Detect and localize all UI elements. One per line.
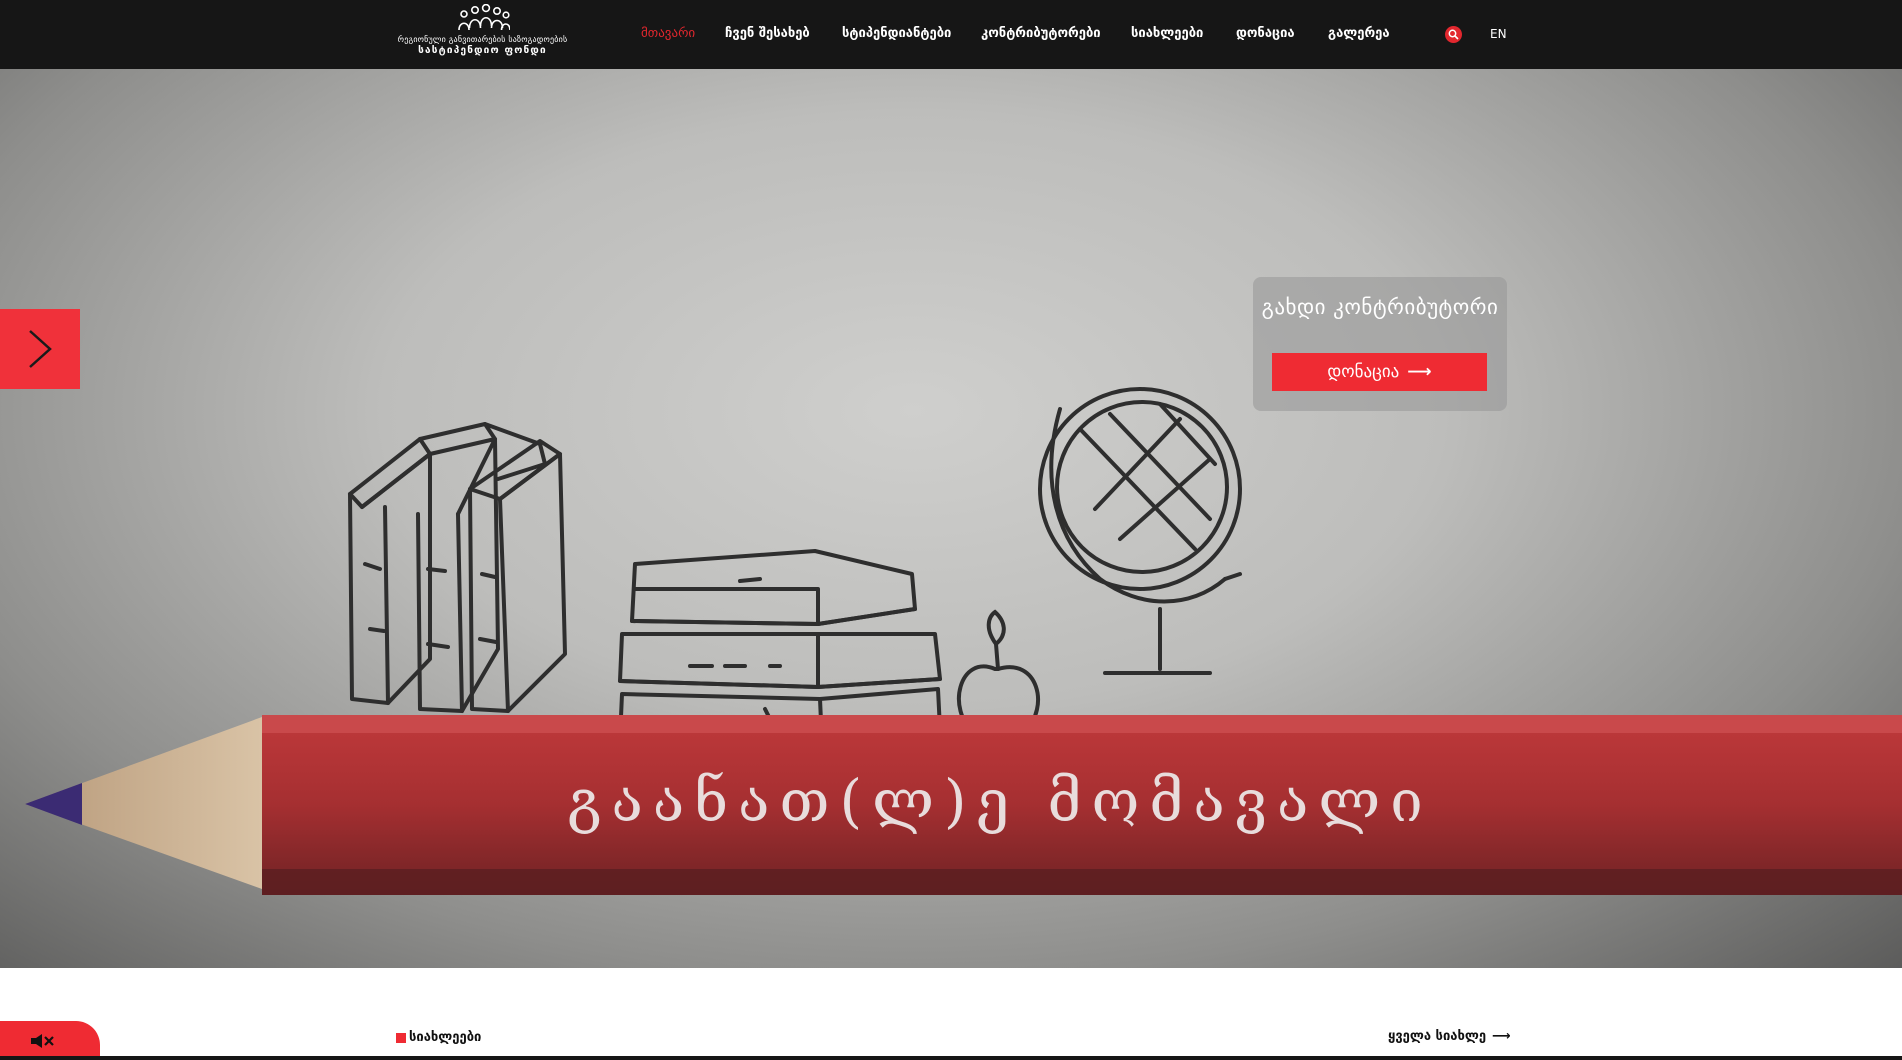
- people-logo-icon: [457, 4, 510, 31]
- language-switch[interactable]: EN: [1490, 24, 1507, 44]
- chevron-right-icon: [29, 330, 52, 368]
- search-icon: [1448, 29, 1459, 40]
- nav-item-news[interactable]: სიახლეები: [1131, 24, 1203, 44]
- nav-item-home[interactable]: მთავარი: [641, 24, 695, 44]
- arrow-right-icon: ⟶: [1492, 1029, 1511, 1044]
- all-news-label: ყველა სიახლე: [1388, 1029, 1487, 1044]
- nav-item-donation[interactable]: დონაცია: [1236, 24, 1295, 44]
- next-slide-button[interactable]: [0, 309, 80, 389]
- donate-card-title: გახდი კონტრიბუტორი: [1261, 295, 1499, 319]
- pencil-slogan: გაანათ(ლ)ე მომავალი: [567, 767, 1432, 835]
- nav-item-scholars[interactable]: სტიპენდიანტები: [842, 24, 951, 44]
- speaker-muted-icon: [31, 1034, 54, 1048]
- hero-illustration: გაანათ(ლ)ე მომავალი: [25, 387, 1902, 895]
- bottom-divider: [0, 1056, 1902, 1060]
- nav-item-gallery[interactable]: გალერეა: [1328, 24, 1390, 44]
- nav-item-about[interactable]: ჩვენ შესახებ: [725, 24, 810, 44]
- donate-card: გახდი კონტრიბუტორი დონაცია ⟶: [1253, 277, 1507, 411]
- logo-title: სასტიპენდიო ფონდი: [418, 45, 547, 56]
- donate-button-label: დონაცია: [1327, 362, 1400, 382]
- site-logo[interactable]: რეგიონული განვითარების საზოგადოების სასტ…: [395, 4, 570, 66]
- search-button[interactable]: [1445, 26, 1462, 43]
- news-section-heading: სიახლეები: [396, 1028, 481, 1048]
- header-bar: რეგიონული განვითარების საზოგადოების სასტ…: [0, 0, 1902, 69]
- all-news-link[interactable]: ყველა სიახლე ⟶: [1388, 1027, 1511, 1047]
- news-label: სიახლეები: [409, 1030, 482, 1045]
- sound-toggle-button[interactable]: [0, 1021, 100, 1060]
- donate-button[interactable]: დონაცია ⟶: [1272, 353, 1487, 391]
- hero-banner: გაანათ(ლ)ე მომავალი გახდი კონტრიბუტორი დ…: [0, 69, 1902, 968]
- arrow-right-icon: ⟶: [1407, 362, 1432, 382]
- red-square-marker: [396, 1033, 406, 1043]
- logo-subtitle: რეგიონული განვითარების საზოგადოების: [397, 35, 568, 44]
- nav-item-contributors[interactable]: კონტრიბუტორები: [981, 24, 1101, 44]
